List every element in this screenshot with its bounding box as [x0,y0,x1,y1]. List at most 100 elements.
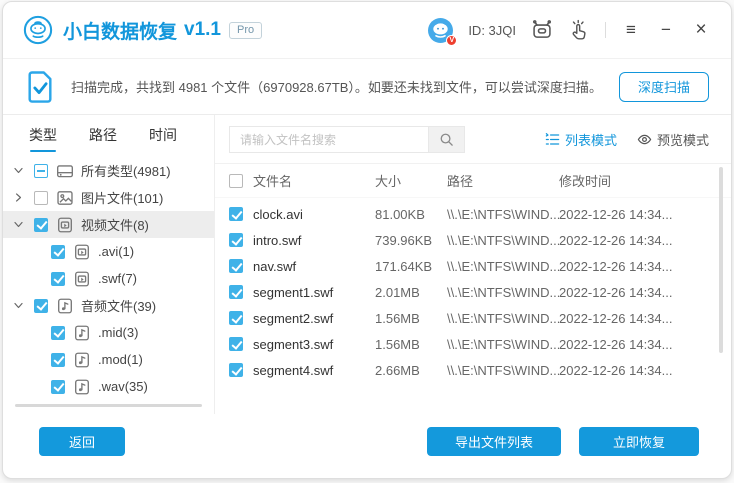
list-mode-toggle[interactable]: 列表模式 [545,130,617,149]
sidebar-tab-2[interactable]: 时间 [149,125,177,152]
search-group [229,126,465,153]
select-all-checkbox[interactable] [229,173,243,188]
search-icon [440,133,453,146]
menu-icon[interactable]: ≡ [621,20,641,40]
tree-checkbox-checked[interactable] [51,352,65,367]
audio-file-icon [73,351,91,369]
tree-item[interactable]: .mid(3) [3,319,214,346]
row-checkbox[interactable] [229,233,243,247]
scan-complete-icon [25,70,55,104]
row-checkbox[interactable] [229,337,243,351]
preview-mode-toggle[interactable]: 预览模式 [637,130,709,149]
sidebar-tab-0[interactable]: 类型 [29,125,57,152]
file-path: \\.\E:\NTFS\WIND... [447,258,559,274]
tree-checkbox-checked[interactable] [51,244,65,259]
scan-result-message: 扫描完成，共找到 4981 个文件（6970928.67TB）。如要还未找到文件… [71,80,602,95]
table-header: 文件名 大小 路径 修改时间 [215,164,731,198]
tree-checkbox-checked[interactable] [34,298,48,313]
video-file-icon [73,243,91,261]
column-header-path[interactable]: 路径 [447,171,559,190]
hand-click-icon[interactable] [568,19,590,41]
tree-item[interactable]: 音频文件(39) [3,292,214,319]
minimize-icon[interactable]: − [656,20,676,40]
tree-checkbox-indeterminate[interactable] [34,163,48,178]
row-checkbox[interactable] [229,363,243,377]
tree-item[interactable]: 图片文件(101) [3,184,214,211]
tree-item[interactable]: 视频文件(8) [3,211,214,238]
tree-checkbox-checked[interactable] [51,271,65,286]
app-version: v1.1 [184,19,221,40]
drive-icon [56,162,74,180]
file-name: segment3.swf [253,336,334,352]
row-checkbox[interactable] [229,285,243,299]
table-row[interactable]: segment1.swf 2.01MB \\.\E:\NTFS\WIND... 202… [215,279,731,305]
user-avatar-icon[interactable]: V [428,17,458,46]
column-header-size[interactable]: 大小 [375,171,447,190]
tree-checkbox-checked[interactable] [34,217,48,232]
sidebar-tabs: 类型 路径 时间 [3,115,214,152]
tree-item[interactable]: .mod(1) [3,346,214,373]
chevron-down-icon[interactable] [13,218,34,232]
tree-item[interactable]: .avi(1) [3,238,214,265]
main-area: 类型 路径 时间 所有类型(4981) 图片文件(101) 视频文件(8) .avi(1)… [3,115,731,414]
recover-now-button[interactable]: 立即恢复 [579,426,699,456]
file-size: 2.66MB [375,362,420,378]
back-button[interactable]: 返回 [39,426,125,456]
vertical-scrollbar[interactable] [719,167,723,353]
tree-item-label: .avi(1) [98,244,135,259]
close-icon[interactable]: × [691,20,711,40]
file-table-body: clock.avi 81.00KB \\.\E:\NTFS\WIND... 2022-… [215,198,731,414]
audio-file-icon [56,297,74,315]
chevron-right-icon[interactable] [13,191,34,205]
video-file-icon [56,216,74,234]
list-mode-label: 列表模式 [564,133,617,148]
view-mode-switch: 列表模式 预览模式 [545,130,709,149]
robot-assistant-icon[interactable] [531,19,553,41]
tree-item-label: .wav(35) [98,379,148,394]
table-row[interactable]: segment2.swf 1.56MB \\.\E:\NTFS\WIND... 202… [215,305,731,331]
row-checkbox[interactable] [229,259,243,273]
search-button[interactable] [428,127,464,152]
row-checkbox[interactable] [229,207,243,221]
tree-item-label: .swf(7) [98,271,137,286]
column-header-filename[interactable]: 文件名 [253,171,375,190]
chevron-down-icon[interactable] [13,164,34,178]
file-size: 2.01MB [375,284,420,300]
file-modified-time: 2022-12-26 14:34... [559,362,673,378]
file-size: 739.96KB [375,232,433,248]
sidebar-tab-1[interactable]: 路径 [89,125,117,152]
table-row[interactable]: clock.avi 81.00KB \\.\E:\NTFS\WIND... 2022-… [215,201,731,227]
user-id-label: ID: 3JQI [468,22,516,38]
table-row[interactable]: segment3.swf 1.56MB \\.\E:\NTFS\WIND... 202… [215,331,731,357]
app-logo-icon [23,15,53,45]
table-row[interactable]: nav.swf 171.64KB \\.\E:\NTFS\WIND... 2022-1… [215,253,731,279]
file-name: nav.swf [253,258,297,274]
tree-item[interactable]: .swf(7) [3,265,214,292]
tree-item[interactable]: .wav(35) [3,373,214,400]
export-file-list-button[interactable]: 导出文件列表 [427,426,561,456]
deep-scan-button[interactable]: 深度扫描 [618,71,709,102]
file-path: \\.\E:\NTFS\WIND... [447,336,559,352]
tree-item-label: 视频文件(8) [81,218,149,233]
app-title: 小白数据恢复 [63,21,178,43]
image-file-icon [56,189,74,207]
tree-item[interactable]: 所有类型(4981) [3,157,214,184]
scan-result-banner: 扫描完成，共找到 4981 个文件（6970928.67TB）。如要还未找到文件… [3,59,731,115]
table-row[interactable]: intro.swf 739.96KB \\.\E:\NTFS\WIND... 2022… [215,227,731,253]
eye-icon [637,134,652,145]
tree-item-label: .mid(3) [98,325,139,340]
audio-file-icon [73,378,91,396]
search-input[interactable] [230,127,428,152]
tree-item-label: .mod(1) [98,352,143,367]
tree-checkbox-checked[interactable] [51,379,65,394]
search-toolbar: 列表模式 预览模式 [215,115,731,164]
tree-checkbox-checked[interactable] [51,325,65,340]
table-row[interactable]: segment4.swf 2.66MB \\.\E:\NTFS\WIND... 202… [215,357,731,383]
column-header-modified[interactable]: 修改时间 [559,171,709,190]
chevron-down-icon[interactable] [13,299,34,313]
horizontal-scrollbar[interactable] [15,404,202,407]
row-checkbox[interactable] [229,311,243,325]
file-name: segment1.swf [253,284,334,300]
tree-checkbox-unchecked[interactable] [34,190,48,205]
file-modified-time: 2022-12-26 14:34... [559,258,673,274]
